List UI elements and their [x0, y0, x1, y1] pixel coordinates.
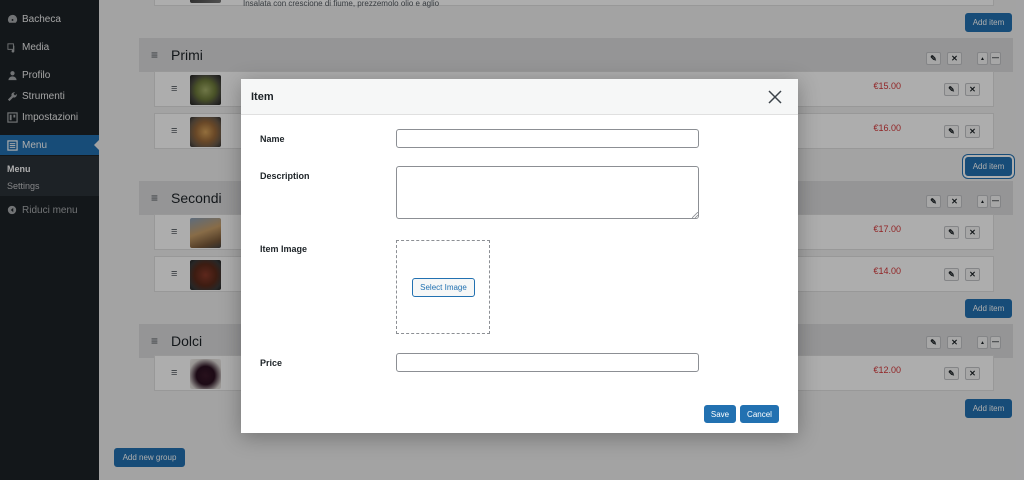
modal-header: Item	[241, 79, 798, 115]
select-image-button[interactable]: Select Image	[412, 278, 475, 297]
name-label: Name	[260, 134, 285, 144]
item-modal: Item Name Description Item Image Select …	[241, 79, 798, 433]
resize-grip-icon[interactable]	[692, 212, 698, 218]
close-modal-button[interactable]	[767, 89, 783, 105]
cancel-button[interactable]: Cancel	[740, 405, 779, 423]
modal-title: Item	[251, 91, 274, 103]
description-textarea[interactable]	[396, 166, 699, 219]
price-input[interactable]	[396, 353, 699, 372]
name-input[interactable]	[396, 129, 699, 148]
price-label: Price	[260, 358, 283, 368]
item-image-label: Item Image	[260, 244, 308, 254]
description-label: Description	[260, 171, 310, 181]
save-button[interactable]: Save	[704, 405, 736, 423]
close-icon	[768, 90, 782, 104]
image-dropzone[interactable]: Select Image	[396, 240, 490, 334]
